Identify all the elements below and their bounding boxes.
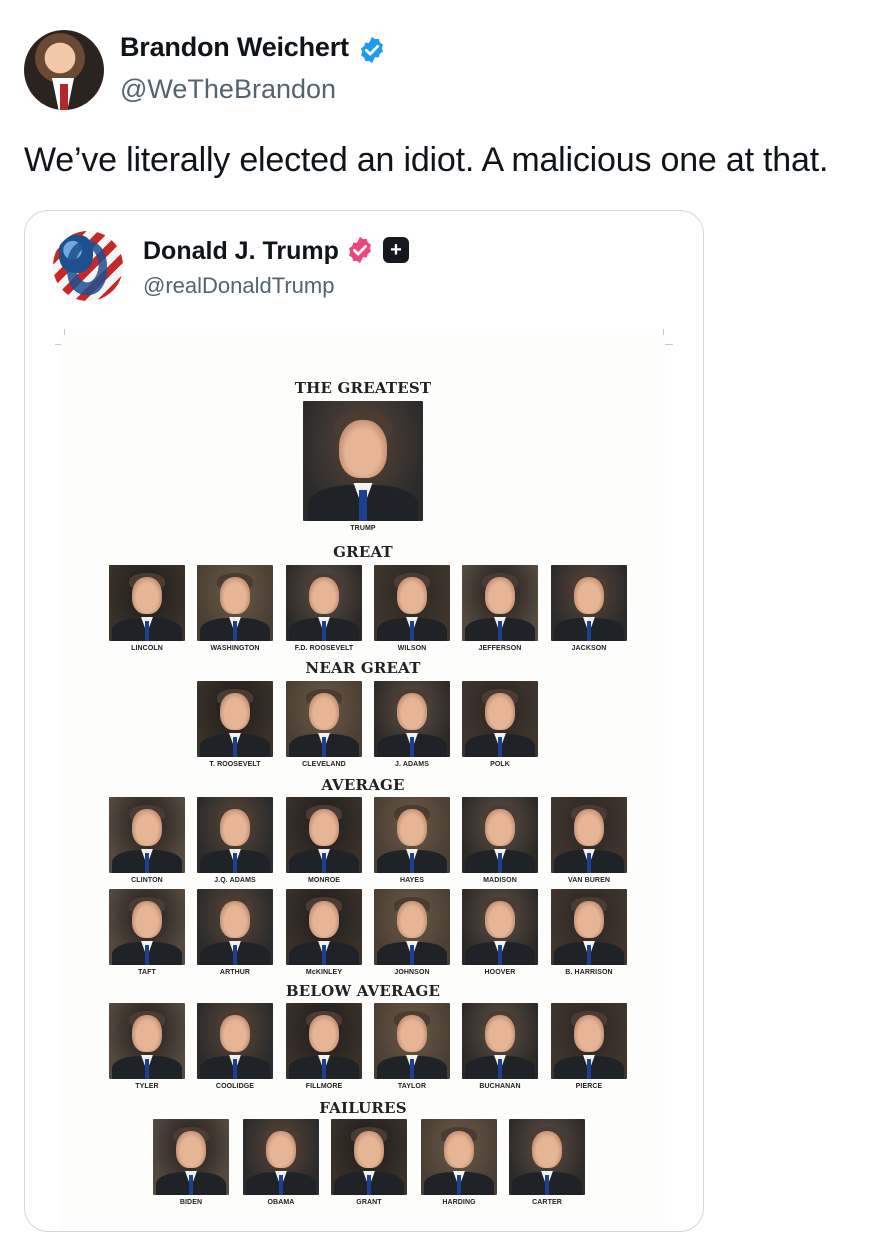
president-name-label: COOLIDGE bbox=[215, 1083, 255, 1090]
president-portrait bbox=[462, 565, 538, 641]
tier-title: GREAT bbox=[333, 543, 393, 561]
quoted-post-card[interactable]: Donald J. Trump + @realDonaldTrump THE G… bbox=[24, 210, 704, 1232]
president-name-label: OBAMA bbox=[267, 1199, 295, 1206]
president-portrait bbox=[109, 1003, 185, 1079]
president-name-label: WILSON bbox=[397, 645, 427, 652]
tier-title: THE GREATEST bbox=[294, 379, 432, 397]
president-name-label: J.Q. ADAMS bbox=[214, 877, 256, 884]
verified-badge-icon bbox=[349, 236, 371, 264]
president-portrait bbox=[374, 681, 450, 757]
president-portrait bbox=[551, 797, 627, 873]
president-name-label: FILLMORE bbox=[305, 1083, 343, 1090]
president-name-label: PIERCE bbox=[575, 1083, 603, 1090]
president-portrait bbox=[197, 565, 273, 641]
president-name-label: JEFFERSON bbox=[478, 645, 522, 652]
president-portrait bbox=[109, 797, 185, 873]
president-name-label: JACKSON bbox=[571, 645, 607, 652]
president-portrait bbox=[462, 681, 538, 757]
president-name-label: J. ADAMS bbox=[395, 761, 429, 768]
president-portrait bbox=[197, 797, 273, 873]
president-portrait bbox=[509, 1119, 585, 1195]
quoted-author-name[interactable]: Donald J. Trump bbox=[143, 237, 339, 266]
president-name-label: B. HARRISON bbox=[565, 969, 613, 976]
president-portrait bbox=[374, 565, 450, 641]
president-portrait bbox=[551, 889, 627, 965]
president-name-label: ARTHUR bbox=[219, 969, 251, 976]
author-avatar[interactable] bbox=[24, 30, 104, 110]
president-name-label: F.D. ROOSEVELT bbox=[294, 645, 354, 652]
president-name-label: CARTER bbox=[532, 1199, 562, 1206]
president-portrait bbox=[286, 681, 362, 757]
tweet-text: We’ve literally elected an idiot. A mali… bbox=[24, 141, 829, 179]
author-handle[interactable]: @WeTheBrandon bbox=[120, 74, 336, 105]
president-portrait bbox=[374, 1003, 450, 1079]
tier-title: AVERAGE bbox=[321, 776, 405, 794]
quoted-author-avatar[interactable] bbox=[53, 231, 123, 301]
president-name-label: LINCOLN bbox=[131, 645, 163, 652]
president-portrait bbox=[551, 565, 627, 641]
president-name-label: MADISON bbox=[483, 877, 517, 884]
president-name-label: TYLER bbox=[135, 1083, 159, 1090]
president-name-label: WASHINGTON bbox=[210, 645, 260, 652]
president-portrait bbox=[374, 889, 450, 965]
president-portrait bbox=[462, 797, 538, 873]
president-name-label: McKINLEY bbox=[305, 969, 343, 976]
president-name-label: CLINTON bbox=[131, 877, 163, 884]
president-name-label: BUCHANAN bbox=[479, 1083, 521, 1090]
president-portrait bbox=[197, 889, 273, 965]
president-name-label: CLEVELAND bbox=[302, 761, 346, 768]
president-portrait bbox=[286, 1003, 362, 1079]
quoted-author-handle[interactable]: @realDonaldTrump bbox=[143, 273, 334, 299]
president-portrait bbox=[286, 889, 362, 965]
president-name-label: HOOVER bbox=[484, 969, 516, 976]
president-portrait bbox=[462, 889, 538, 965]
president-portrait bbox=[243, 1119, 319, 1195]
president-name-label: VAN BUREN bbox=[568, 877, 610, 884]
president-portrait bbox=[197, 681, 273, 757]
president-name-label: T. ROOSEVELT bbox=[209, 761, 261, 768]
president-portrait bbox=[331, 1119, 407, 1195]
author-name[interactable]: Brandon Weichert bbox=[120, 32, 349, 63]
president-portrait bbox=[374, 797, 450, 873]
president-portrait bbox=[286, 797, 362, 873]
tier-title: NEAR GREAT bbox=[305, 659, 421, 677]
president-name-label: BIDEN bbox=[179, 1199, 203, 1206]
tier-title: BELOW AVERAGE bbox=[285, 982, 441, 1000]
president-portrait bbox=[303, 401, 423, 521]
president-portrait bbox=[109, 889, 185, 965]
president-portrait bbox=[197, 1003, 273, 1079]
president-portrait bbox=[462, 1003, 538, 1079]
plus-badge-icon: + bbox=[383, 237, 409, 263]
president-name-label: TAFT bbox=[138, 969, 156, 976]
president-name-label: POLK bbox=[490, 761, 510, 768]
president-portrait bbox=[421, 1119, 497, 1195]
president-name-label: HAYES bbox=[400, 877, 424, 884]
president-portrait bbox=[551, 1003, 627, 1079]
president-portrait bbox=[286, 565, 362, 641]
president-name-label: GRANT bbox=[356, 1199, 382, 1206]
president-name-label: TRUMP bbox=[350, 525, 376, 532]
verified-badge-icon bbox=[361, 36, 383, 64]
ranking-sheet: THE GREATEST TRUMP GREAT LINCOLN WASHINGTON F… bbox=[61, 335, 665, 1231]
president-portrait bbox=[109, 565, 185, 641]
president-name-label: TAYLOR bbox=[397, 1083, 427, 1090]
president-name-label: MONROE bbox=[307, 877, 341, 884]
president-portrait bbox=[153, 1119, 229, 1195]
presidential-ranking-image[interactable]: THE GREATEST TRUMP GREAT LINCOLN WASHINGTON F… bbox=[61, 335, 665, 1231]
tier-title: FAILURES bbox=[319, 1099, 407, 1117]
president-name-label: JOHNSON bbox=[394, 969, 430, 976]
president-name-label: HARDING bbox=[442, 1199, 476, 1206]
